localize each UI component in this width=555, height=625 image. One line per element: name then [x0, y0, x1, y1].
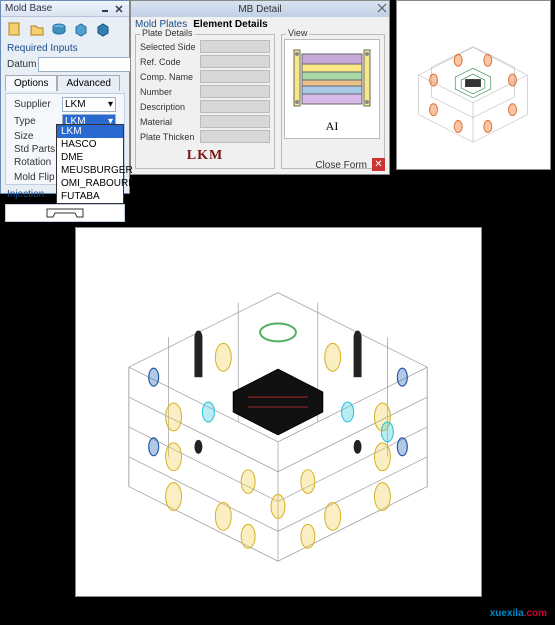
plate-thicken-label: Plate Thicken: [140, 132, 198, 142]
view-label: AI: [326, 119, 339, 134]
minimize-icon[interactable]: [99, 3, 111, 15]
number-field[interactable]: [200, 85, 270, 98]
stdparts-label: Std Parts: [14, 144, 60, 155]
mold-base-panel: Mold Base Required Inputs Datum Options …: [0, 0, 130, 194]
supplier-select[interactable]: LKM ▾: [62, 97, 116, 112]
iso-view-large: [75, 227, 482, 597]
selected-side-field[interactable]: [200, 40, 270, 53]
tab-options[interactable]: Options: [5, 75, 57, 91]
view-legend: View: [286, 28, 309, 38]
tab-advanced[interactable]: Advanced: [57, 75, 119, 91]
tool-block1-icon[interactable]: [71, 19, 91, 39]
comp-name-field[interactable]: [200, 70, 270, 83]
element-details-link[interactable]: Element Details: [193, 19, 267, 30]
close-icon[interactable]: [377, 3, 387, 16]
mb-detail-dialog: MB Detail Mold Plates Element Details Pl…: [130, 0, 390, 175]
watermark: xuexila.com: [490, 603, 547, 621]
dropdown-item[interactable]: DME: [57, 151, 123, 164]
comp-name-label: Comp. Name: [140, 72, 198, 82]
size-label: Size: [14, 131, 60, 142]
number-label: Number: [140, 87, 198, 97]
dropdown-item[interactable]: MEUSBURGER: [57, 164, 123, 177]
mold-preview-icon: [288, 44, 376, 118]
lkm-logo: LKM: [138, 146, 272, 166]
material-label: Material: [140, 117, 198, 127]
dropdown-item[interactable]: OMI_RABOURDIN: [57, 177, 123, 190]
ref-code-field[interactable]: [200, 55, 270, 68]
dropdown-item[interactable]: HASCO: [57, 138, 123, 151]
watermark-part1: xuexila: [490, 608, 524, 619]
dialog-titlebar: MB Detail: [131, 1, 389, 17]
tool-block2-icon[interactable]: [93, 19, 113, 39]
tool-plate-icon[interactable]: [49, 19, 69, 39]
dropdown-item[interactable]: FUTABA: [57, 190, 123, 203]
tool-new-icon[interactable]: [5, 19, 25, 39]
type-dropdown: LKM HASCO DME MEUSBURGER OMI_RABOURDIN F…: [56, 124, 124, 204]
tool-open-icon[interactable]: [27, 19, 47, 39]
ref-code-label: Ref. Code: [140, 57, 198, 67]
supplier-label: Supplier: [14, 99, 60, 110]
moldflip-label: Mold Flip: [14, 172, 60, 183]
chevron-down-icon: ▾: [108, 99, 113, 110]
panel-titlebar: Mold Base: [1, 1, 129, 17]
mold-wireframe-small-icon: [397, 1, 550, 169]
description-field[interactable]: [200, 100, 270, 113]
watermark-part2: .com: [524, 608, 547, 619]
plate-thicken-field[interactable]: [200, 130, 270, 143]
close-button[interactable]: ✕: [372, 158, 385, 171]
mold-preview: AI: [284, 39, 380, 139]
iso-view-small: [396, 0, 551, 170]
type-label: Type: [14, 116, 60, 127]
panel-title: Mold Base: [5, 3, 52, 14]
required-inputs-label: Required Inputs: [1, 41, 129, 56]
close-icon[interactable]: [113, 3, 125, 15]
rotation-label: Rotation: [14, 157, 60, 168]
toolbar: [1, 17, 129, 41]
close-form-link[interactable]: Close Form: [315, 160, 367, 171]
injection-shape-icon: [45, 207, 85, 219]
dialog-title: MB Detail: [238, 4, 281, 15]
mold-wireframe-large-icon: [76, 228, 481, 596]
material-field[interactable]: [200, 115, 270, 128]
plate-details-legend: Plate Details: [140, 28, 195, 38]
supplier-value: LKM: [65, 99, 86, 110]
description-label: Description: [140, 102, 198, 112]
selected-side-label: Selected Side: [140, 42, 198, 52]
datum-label: Datum: [7, 59, 36, 70]
dropdown-item[interactable]: LKM: [57, 125, 123, 138]
